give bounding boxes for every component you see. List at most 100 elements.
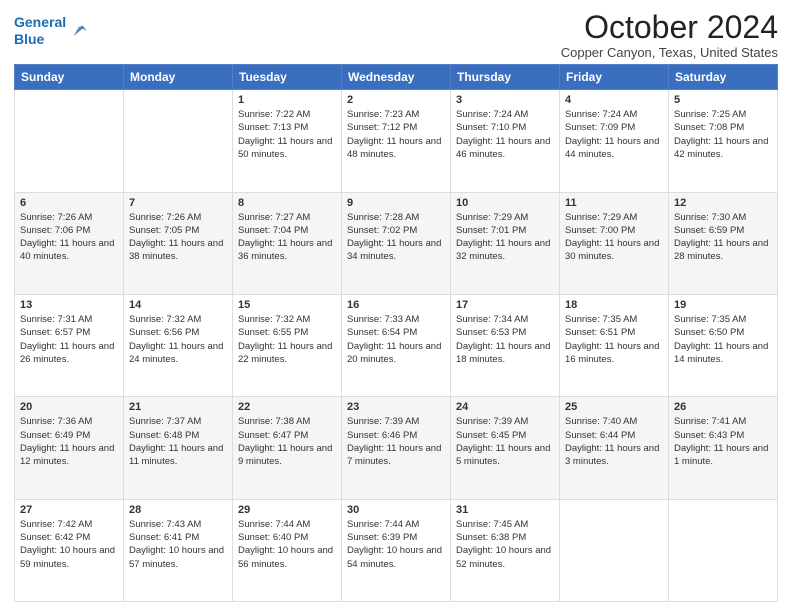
calendar-cell: 17 Sunrise: 7:34 AM Sunset: 6:53 PM Dayli… — [451, 294, 560, 396]
day-number: 13 — [20, 299, 118, 311]
day-number: 19 — [674, 299, 772, 311]
day-info: Sunrise: 7:23 AM Sunset: 7:12 PM Dayligh… — [347, 108, 445, 161]
calendar-cell: 1Sunrise: 7:22 AM Sunset: 7:13 PM Daylig… — [233, 90, 342, 192]
logo-blue: Blue — [14, 31, 44, 47]
page: General Blue October 2024 Copper Canyon,… — [0, 0, 792, 612]
day-info: Sunrise: 7:25 AM Sunset: 7:08 PM Dayligh… — [674, 108, 772, 161]
calendar-week-row: 27 Sunrise: 7:42 AM Sunset: 6:42 PM Dayli… — [15, 499, 778, 601]
logo-general: General — [14, 14, 66, 30]
calendar-cell: 10 Sunrise: 7:29 AM Sunset: 7:01 PM Dayli… — [451, 192, 560, 294]
day-number: 10 — [456, 197, 554, 209]
month-title: October 2024 — [561, 10, 778, 45]
day-number: 20 — [20, 401, 118, 413]
calendar-cell: 29 Sunrise: 7:44 AM Sunset: 6:40 PM Dayli… — [233, 499, 342, 601]
day-number: 17 — [456, 299, 554, 311]
calendar-cell: 23 Sunrise: 7:39 AM Sunset: 6:46 PM Dayli… — [342, 397, 451, 499]
calendar-week-row: 20 Sunrise: 7:36 AM Sunset: 6:49 PM Dayli… — [15, 397, 778, 499]
logo-icon — [68, 21, 88, 41]
day-number: 28 — [129, 504, 227, 516]
calendar-cell: 21 Sunrise: 7:37 AM Sunset: 6:48 PM Dayli… — [124, 397, 233, 499]
day-info: Sunrise: 7:44 AM Sunset: 6:39 PM Dayligh… — [347, 518, 445, 571]
calendar-cell: 16 Sunrise: 7:33 AM Sunset: 6:54 PM Dayli… — [342, 294, 451, 396]
day-number: 16 — [347, 299, 445, 311]
day-info: Sunrise: 7:35 AM Sunset: 6:51 PM Dayligh… — [565, 313, 663, 366]
day-info: Sunrise: 7:31 AM Sunset: 6:57 PM Dayligh… — [20, 313, 118, 366]
day-info: Sunrise: 7:36 AM Sunset: 6:49 PM Dayligh… — [20, 415, 118, 468]
calendar-week-row: 1Sunrise: 7:22 AM Sunset: 7:13 PM Daylig… — [15, 90, 778, 192]
calendar-cell: 14Sunrise: 7:32 AM Sunset: 6:56 PM Dayli… — [124, 294, 233, 396]
day-info: Sunrise: 7:39 AM Sunset: 6:46 PM Dayligh… — [347, 415, 445, 468]
day-info: Sunrise: 7:37 AM Sunset: 6:48 PM Dayligh… — [129, 415, 227, 468]
day-info: Sunrise: 7:30 AM Sunset: 6:59 PM Dayligh… — [674, 211, 772, 264]
header: General Blue October 2024 Copper Canyon,… — [14, 10, 778, 60]
calendar-cell: 24 Sunrise: 7:39 AM Sunset: 6:45 PM Dayli… — [451, 397, 560, 499]
day-number: 25 — [565, 401, 663, 413]
day-header-wednesday: Wednesday — [342, 65, 451, 90]
calendar-cell — [669, 499, 778, 601]
day-number: 9 — [347, 197, 445, 209]
day-number: 5 — [674, 94, 772, 106]
calendar-cell: 12Sunrise: 7:30 AM Sunset: 6:59 PM Dayli… — [669, 192, 778, 294]
day-info: Sunrise: 7:40 AM Sunset: 6:44 PM Dayligh… — [565, 415, 663, 468]
day-info: Sunrise: 7:24 AM Sunset: 7:09 PM Dayligh… — [565, 108, 663, 161]
day-info: Sunrise: 7:28 AM Sunset: 7:02 PM Dayligh… — [347, 211, 445, 264]
day-number: 27 — [20, 504, 118, 516]
day-number: 4 — [565, 94, 663, 106]
day-info: Sunrise: 7:33 AM Sunset: 6:54 PM Dayligh… — [347, 313, 445, 366]
day-info: Sunrise: 7:43 AM Sunset: 6:41 PM Dayligh… — [129, 518, 227, 571]
calendar-cell: 15 Sunrise: 7:32 AM Sunset: 6:55 PM Dayli… — [233, 294, 342, 396]
calendar-cell: 25 Sunrise: 7:40 AM Sunset: 6:44 PM Dayli… — [560, 397, 669, 499]
day-info: Sunrise: 7:26 AM Sunset: 7:05 PM Dayligh… — [129, 211, 227, 264]
calendar-cell: 19 Sunrise: 7:35 AM Sunset: 6:50 PM Dayli… — [669, 294, 778, 396]
day-info: Sunrise: 7:39 AM Sunset: 6:45 PM Dayligh… — [456, 415, 554, 468]
day-info: Sunrise: 7:44 AM Sunset: 6:40 PM Dayligh… — [238, 518, 336, 571]
location-title: Copper Canyon, Texas, United States — [561, 45, 778, 60]
calendar-cell: 30 Sunrise: 7:44 AM Sunset: 6:39 PM Dayli… — [342, 499, 451, 601]
calendar-cell: 9 Sunrise: 7:28 AM Sunset: 7:02 PM Daylig… — [342, 192, 451, 294]
calendar-cell: 7Sunrise: 7:26 AM Sunset: 7:05 PM Daylig… — [124, 192, 233, 294]
day-info: Sunrise: 7:42 AM Sunset: 6:42 PM Dayligh… — [20, 518, 118, 571]
day-info: Sunrise: 7:38 AM Sunset: 6:47 PM Dayligh… — [238, 415, 336, 468]
day-number: 21 — [129, 401, 227, 413]
day-number: 15 — [238, 299, 336, 311]
calendar-cell: 28 Sunrise: 7:43 AM Sunset: 6:41 PM Dayli… — [124, 499, 233, 601]
calendar-cell — [124, 90, 233, 192]
calendar-cell: 3Sunrise: 7:24 AM Sunset: 7:10 PM Daylig… — [451, 90, 560, 192]
day-info: Sunrise: 7:32 AM Sunset: 6:55 PM Dayligh… — [238, 313, 336, 366]
day-number: 26 — [674, 401, 772, 413]
day-info: Sunrise: 7:27 AM Sunset: 7:04 PM Dayligh… — [238, 211, 336, 264]
calendar-cell: 4 Sunrise: 7:24 AM Sunset: 7:09 PM Daylig… — [560, 90, 669, 192]
day-number: 18 — [565, 299, 663, 311]
day-number: 29 — [238, 504, 336, 516]
day-info: Sunrise: 7:32 AM Sunset: 6:56 PM Dayligh… — [129, 313, 227, 366]
day-info: Sunrise: 7:29 AM Sunset: 7:01 PM Dayligh… — [456, 211, 554, 264]
calendar-cell: 5 Sunrise: 7:25 AM Sunset: 7:08 PM Daylig… — [669, 90, 778, 192]
day-number: 30 — [347, 504, 445, 516]
day-number: 6 — [20, 197, 118, 209]
logo: General Blue — [14, 14, 88, 48]
calendar-cell: 27 Sunrise: 7:42 AM Sunset: 6:42 PM Dayli… — [15, 499, 124, 601]
day-info: Sunrise: 7:45 AM Sunset: 6:38 PM Dayligh… — [456, 518, 554, 571]
calendar-cell: 2Sunrise: 7:23 AM Sunset: 7:12 PM Daylig… — [342, 90, 451, 192]
day-number: 22 — [238, 401, 336, 413]
calendar-cell: 26 Sunrise: 7:41 AM Sunset: 6:43 PM Dayli… — [669, 397, 778, 499]
day-number: 31 — [456, 504, 554, 516]
day-number: 24 — [456, 401, 554, 413]
calendar-week-row: 6Sunrise: 7:26 AM Sunset: 7:06 PM Daylig… — [15, 192, 778, 294]
calendar-cell: 6Sunrise: 7:26 AM Sunset: 7:06 PM Daylig… — [15, 192, 124, 294]
day-info: Sunrise: 7:35 AM Sunset: 6:50 PM Dayligh… — [674, 313, 772, 366]
calendar-cell: 8Sunrise: 7:27 AM Sunset: 7:04 PM Daylig… — [233, 192, 342, 294]
calendar-header-row: SundayMondayTuesdayWednesdayThursdayFrid… — [15, 65, 778, 90]
calendar-cell: 31 Sunrise: 7:45 AM Sunset: 6:38 PM Dayli… — [451, 499, 560, 601]
day-number: 23 — [347, 401, 445, 413]
day-info: Sunrise: 7:41 AM Sunset: 6:43 PM Dayligh… — [674, 415, 772, 468]
day-header-friday: Friday — [560, 65, 669, 90]
day-header-thursday: Thursday — [451, 65, 560, 90]
day-header-tuesday: Tuesday — [233, 65, 342, 90]
day-number: 1 — [238, 94, 336, 106]
calendar-cell: 13 Sunrise: 7:31 AM Sunset: 6:57 PM Dayli… — [15, 294, 124, 396]
day-header-saturday: Saturday — [669, 65, 778, 90]
calendar-week-row: 13 Sunrise: 7:31 AM Sunset: 6:57 PM Dayli… — [15, 294, 778, 396]
day-info: Sunrise: 7:34 AM Sunset: 6:53 PM Dayligh… — [456, 313, 554, 366]
day-header-monday: Monday — [124, 65, 233, 90]
